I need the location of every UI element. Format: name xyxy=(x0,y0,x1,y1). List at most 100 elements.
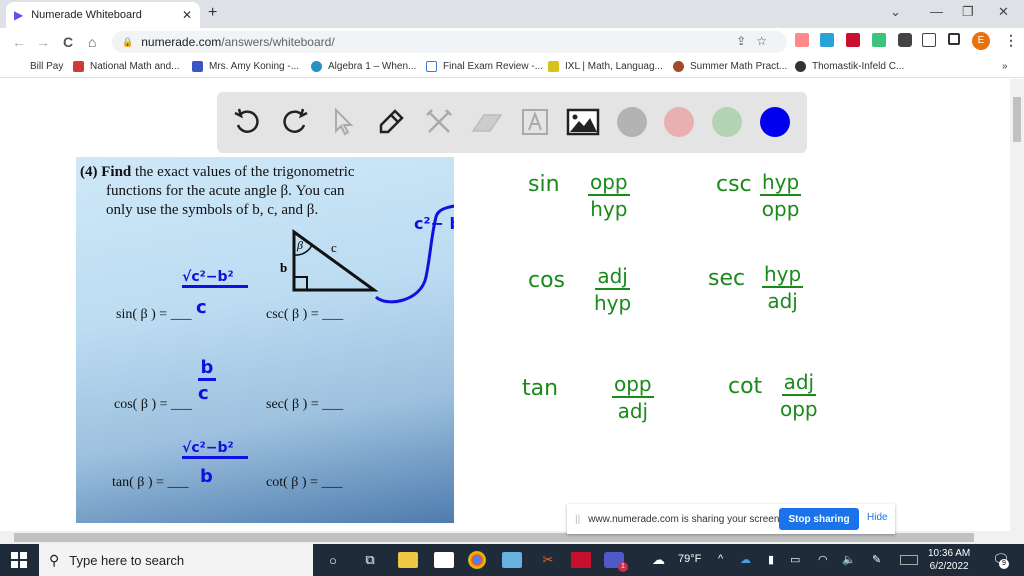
tan-answer-numerator: √c²−b² xyxy=(182,440,248,459)
sec-label: sec( β ) = ___ xyxy=(266,397,344,412)
cloud-extension-icon[interactable] xyxy=(820,33,834,47)
stop-sharing-button[interactable]: Stop sharing xyxy=(779,508,859,530)
restore-button[interactable]: ❐ xyxy=(962,4,974,20)
bookmark-item[interactable]: National Math and... xyxy=(73,61,180,72)
bookmark-favicon-icon xyxy=(426,61,437,72)
notification-count-badge: 9 xyxy=(999,559,1009,569)
bookmark-item[interactable]: Thomastik-Infeld C... xyxy=(795,61,904,72)
note-tan-fraction: opp adj xyxy=(612,372,654,423)
back-button[interactable]: ← xyxy=(12,34,26,50)
bookmark-star-icon[interactable]: ☆ xyxy=(756,34,777,48)
note-cos-fraction: adj hyp xyxy=(594,264,632,315)
minimize-button[interactable]: — xyxy=(930,4,943,19)
angle-label: β xyxy=(296,238,303,252)
cast-icon[interactable] xyxy=(922,33,936,47)
extensions-puzzle-icon[interactable] xyxy=(898,33,912,47)
task-view-icon[interactable]: ⧉ xyxy=(360,550,380,570)
forward-button[interactable]: → xyxy=(36,34,50,50)
adobe-extension-icon[interactable] xyxy=(846,33,860,47)
redo-button[interactable] xyxy=(277,104,313,140)
worksheet-image: (4) Find the exact values of the trigono… xyxy=(76,157,454,523)
new-tab-button[interactable]: + xyxy=(208,4,217,22)
pen-workspace-icon[interactable]: ✎ xyxy=(872,553,881,566)
eraser-button[interactable] xyxy=(469,104,505,140)
color-blue-swatch[interactable] xyxy=(760,107,790,137)
note-cot-fraction: adj opp xyxy=(780,370,818,421)
note-sec-label: sec xyxy=(708,266,746,291)
tab-close-icon[interactable]: ✕ xyxy=(182,8,192,22)
vertical-scroll-thumb[interactable] xyxy=(1013,97,1021,142)
bookmark-item[interactable]: Final Exam Review -... xyxy=(426,61,543,72)
home-button[interactable]: ⌂ xyxy=(88,34,96,50)
clock[interactable]: 10:36 AM 6/2/2022 xyxy=(928,547,970,573)
bookmark-favicon-icon xyxy=(73,61,84,72)
bookmark-item[interactable]: IXL | Math, Languag... xyxy=(548,61,663,72)
taskbar-search-input[interactable]: ⚲ Type here to search xyxy=(39,544,313,576)
tab-title: Numerade Whiteboard xyxy=(31,9,142,21)
ixl-icon xyxy=(548,61,559,72)
pen-tool-button[interactable] xyxy=(373,104,409,140)
share-icon[interactable]: ⇪ xyxy=(736,34,756,48)
show-hidden-icons-chevron-icon[interactable]: ^ xyxy=(718,553,723,565)
color-green-swatch[interactable] xyxy=(712,107,742,137)
tab-search-icon[interactable]: ⌄ xyxy=(890,4,901,20)
battery-icon[interactable]: ▭ xyxy=(790,553,800,566)
touch-keyboard-icon[interactable] xyxy=(900,555,918,565)
cortana-icon[interactable]: ○ xyxy=(323,550,343,570)
bookmark-favicon-icon xyxy=(192,61,203,72)
numerade-extension-icon[interactable] xyxy=(795,33,809,47)
side-panel-icon[interactable] xyxy=(948,33,960,45)
bookmarks-overflow[interactable]: » xyxy=(1002,61,1008,72)
wordpress-icon xyxy=(311,61,322,72)
bookmark-item[interactable]: Algebra 1 – When... xyxy=(311,61,416,72)
note-csc-fraction: hyp opp xyxy=(760,170,802,221)
weather-icon[interactable]: ☁ xyxy=(652,552,665,568)
screencastify-extension-icon[interactable] xyxy=(872,33,886,47)
note-sec-fraction: hyp adj xyxy=(762,262,804,313)
handwritten-side-annotation: c²− b² xyxy=(374,204,454,304)
wifi-icon[interactable]: ◠ xyxy=(818,553,828,566)
color-gray-swatch[interactable] xyxy=(617,107,647,137)
reload-button[interactable]: C xyxy=(63,34,73,50)
note-cot-label: cot xyxy=(728,374,763,399)
tools-button[interactable] xyxy=(421,104,457,140)
cos-answer-numerator: b xyxy=(198,357,216,381)
close-window-button[interactable]: ✕ xyxy=(998,4,1009,20)
bookmark-item[interactable]: Summer Math Pract... xyxy=(673,61,787,72)
volume-icon[interactable]: 🔈 xyxy=(842,553,856,566)
bookmark-item[interactable]: Bill Pay xyxy=(30,61,63,72)
select-tool-button[interactable] xyxy=(325,104,361,140)
text-tool-button[interactable] xyxy=(517,104,553,140)
acrobat-icon[interactable] xyxy=(571,552,591,568)
wrench-hammer-icon xyxy=(426,109,452,133)
bookmark-item[interactable]: Mrs. Amy Koning -... xyxy=(192,61,299,72)
horizontal-scroll-thumb[interactable] xyxy=(14,533,974,542)
weather-temp[interactable]: 79°F xyxy=(678,553,701,565)
file-explorer-icon[interactable] xyxy=(398,552,418,568)
color-pink-swatch[interactable] xyxy=(664,107,694,137)
profile-avatar[interactable]: E xyxy=(972,32,990,50)
sin-answer-denominator: c xyxy=(196,297,207,318)
cursor-icon xyxy=(335,107,354,136)
chrome-menu-icon[interactable]: ⋮ xyxy=(1004,32,1018,49)
teams-icon[interactable]: 1 xyxy=(604,552,628,572)
start-button[interactable] xyxy=(0,544,38,576)
onedrive-icon[interactable]: ☁ xyxy=(740,553,751,566)
vertical-scrollbar[interactable] xyxy=(1010,79,1024,531)
url-input[interactable]: 🔒 numerade.com/answers/whiteboard/ ⇪☆ xyxy=(112,31,787,53)
tab-numerade-whiteboard[interactable]: ▶ Numerade Whiteboard ✕ xyxy=(6,2,200,28)
note-tan-label: tan xyxy=(522,376,559,401)
hypotenuse-label: c xyxy=(331,240,337,255)
cos-answer-denominator: c xyxy=(198,383,209,404)
bookmarks-bar: Bill Pay National Math and... Mrs. Amy K… xyxy=(0,56,1024,78)
microphone-icon[interactable]: ▮ xyxy=(768,553,774,566)
chrome-taskbar-icon[interactable] xyxy=(468,551,486,569)
image-tool-button[interactable] xyxy=(565,104,601,140)
drag-handle-icon[interactable]: || xyxy=(575,514,580,525)
problem-text: (4) Find the exact values of the trigono… xyxy=(80,164,355,218)
undo-button[interactable] xyxy=(229,104,265,140)
microsoft-store-icon[interactable] xyxy=(434,552,454,568)
hide-button[interactable]: Hide xyxy=(867,512,888,523)
control-panel-icon[interactable] xyxy=(502,552,522,568)
snipping-tool-icon[interactable]: ✂ xyxy=(538,550,558,570)
